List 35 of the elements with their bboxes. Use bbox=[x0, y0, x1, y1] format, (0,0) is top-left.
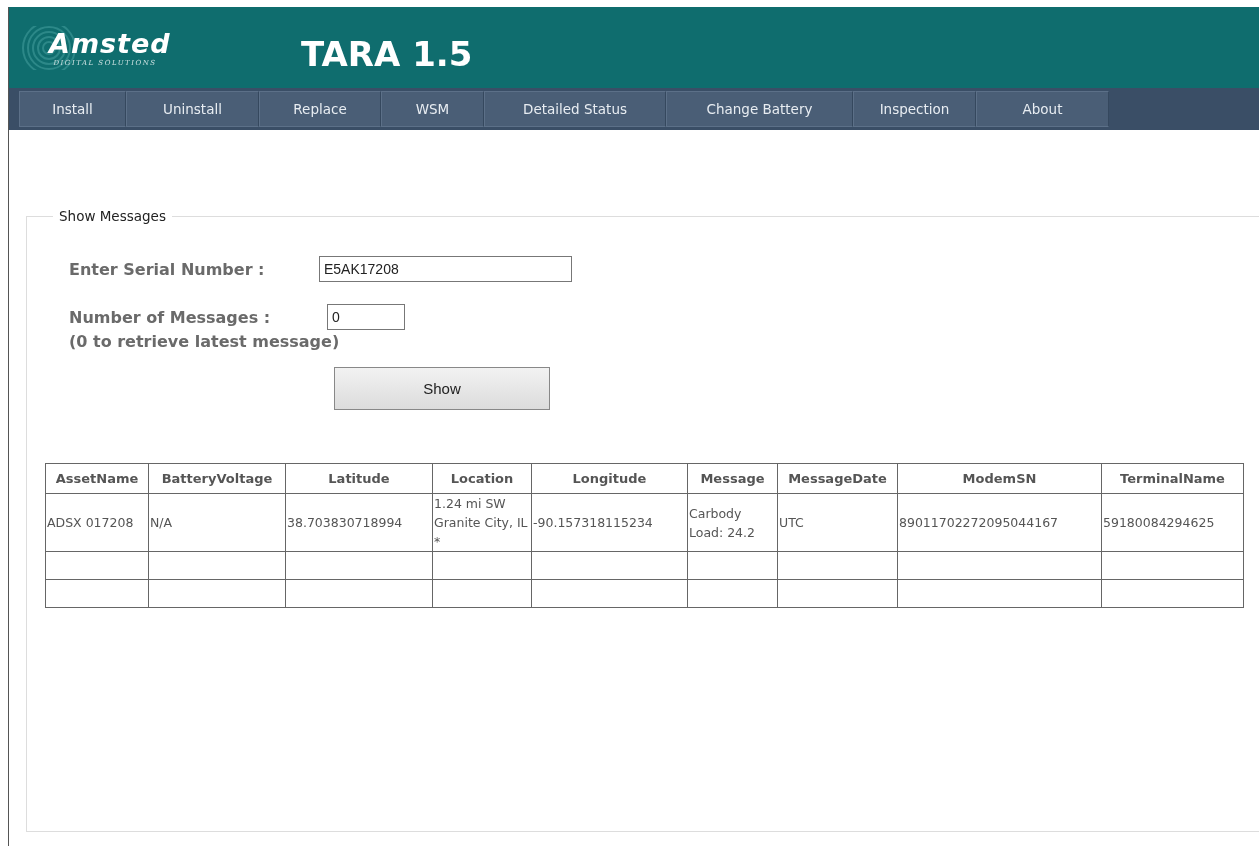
app-title: TARA 1.5 bbox=[301, 33, 473, 74]
nav-tab[interactable]: WSM bbox=[381, 91, 484, 127]
count-hint: (0 to retrieve latest message) bbox=[69, 332, 340, 351]
serial-input[interactable]: E5AK17208 bbox=[319, 256, 572, 282]
serial-label: Enter Serial Number : bbox=[69, 259, 266, 279]
table-cell: UTC bbox=[777, 493, 898, 552]
nav-tab[interactable]: Inspection bbox=[853, 91, 976, 127]
column-header: MessageDate bbox=[777, 463, 898, 494]
show-button[interactable]: Show bbox=[334, 367, 550, 410]
brand-logo: Amsted bbox=[49, 28, 171, 59]
column-header: TerminalName bbox=[1101, 463, 1244, 494]
table-cell: 59180084294625 bbox=[1101, 493, 1244, 552]
column-header: Latitude bbox=[285, 463, 433, 494]
nav-tab[interactable]: Replace bbox=[259, 91, 381, 127]
table-cell: 1.24 mi SW Granite City, IL * bbox=[432, 493, 532, 552]
column-header: AssetName bbox=[45, 463, 149, 494]
column-header: Message bbox=[687, 463, 778, 494]
column-header: ModemSN bbox=[897, 463, 1102, 494]
count-label: Number of Messages : bbox=[69, 307, 272, 327]
table-cell: Carbody Load: 24.2 bbox=[687, 493, 778, 552]
table-cell: 38.703830718994 bbox=[285, 493, 433, 552]
group-title: Show Messages bbox=[58, 208, 167, 224]
column-header: Longitude bbox=[531, 463, 688, 494]
nav-tab[interactable]: About bbox=[976, 91, 1109, 127]
table-cell: -90.157318115234 bbox=[531, 493, 688, 552]
table-cell: 89011702272095044167 bbox=[897, 493, 1102, 552]
nav-tab[interactable]: Uninstall bbox=[126, 91, 259, 127]
nav-tab[interactable]: Detailed Status bbox=[484, 91, 666, 127]
nav-tab[interactable]: Change Battery bbox=[666, 91, 853, 127]
count-input[interactable]: 0 bbox=[327, 304, 405, 330]
column-header: BatteryVoltage bbox=[148, 463, 286, 494]
table-cell: N/A bbox=[148, 493, 286, 552]
column-header: Location bbox=[432, 463, 532, 494]
table-cell: ADSX 017208 bbox=[45, 493, 149, 552]
nav-tab[interactable]: Install bbox=[19, 91, 126, 127]
